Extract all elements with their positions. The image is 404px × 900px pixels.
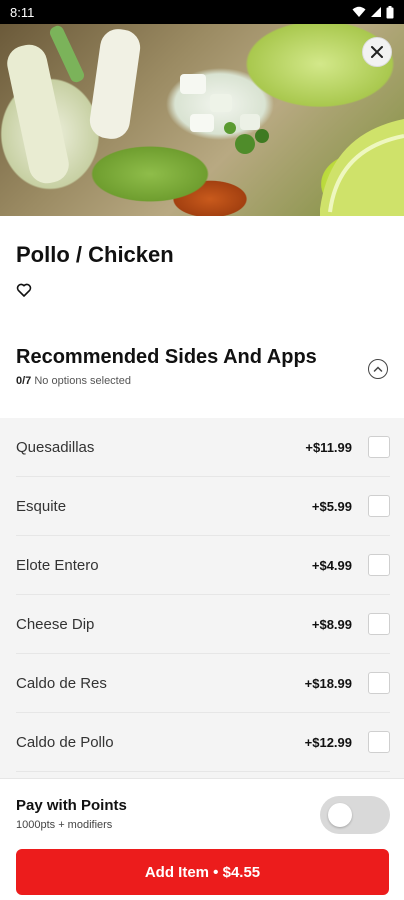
points-toggle[interactable]: [320, 796, 390, 834]
option-checkbox[interactable]: [368, 554, 390, 576]
chevron-up-icon: [373, 366, 383, 372]
status-time: 8:11: [10, 4, 35, 20]
option-name: Esquite: [16, 497, 67, 515]
item-title: Pollo / Chicken: [16, 242, 174, 267]
option-price: +$12.99: [304, 734, 352, 750]
option-row[interactable]: Quesadillas +$11.99: [16, 418, 390, 477]
option-row[interactable]: Esquite +$5.99: [16, 477, 390, 536]
option-name: Caldo de Pollo: [16, 733, 114, 751]
option-price: +$8.99: [311, 616, 352, 632]
selected-count: 0/7: [16, 375, 32, 387]
option-name: Cheese Dip: [16, 615, 95, 633]
option-checkbox[interactable]: [368, 672, 390, 694]
add-item-button[interactable]: Add Item • $4.55: [16, 849, 389, 895]
option-checkbox[interactable]: [368, 495, 390, 517]
signal-icon: [371, 7, 381, 17]
option-price: +$11.99: [305, 439, 352, 455]
options-list: Quesadillas +$11.99 Esquite +$5.99 Elote…: [0, 418, 404, 778]
item-hero-image: [0, 24, 404, 216]
option-checkbox[interactable]: [368, 731, 390, 753]
option-name: Elote Entero: [16, 556, 99, 574]
selected-text: No options selected: [34, 375, 131, 387]
option-row[interactable]: Caldo de Res +$18.99: [16, 654, 390, 713]
collapse-button[interactable]: [368, 359, 388, 379]
option-price: +$18.99: [304, 675, 352, 691]
wifi-icon: [352, 6, 366, 17]
options-section-header[interactable]: Recommended Sides And Apps 0/7 No option…: [16, 346, 388, 387]
option-price: +$4.99: [311, 557, 352, 573]
battery-icon: [386, 5, 394, 18]
toggle-knob: [328, 803, 352, 827]
section-selection-status: 0/7 No options selected: [16, 375, 388, 387]
status-bar: 8:11: [0, 0, 404, 24]
option-price: +$5.99: [311, 498, 352, 514]
option-name: Caldo de Res: [16, 674, 107, 692]
tacos-photo: [7, 25, 404, 216]
heart-outline-icon[interactable]: [16, 282, 32, 298]
option-checkbox[interactable]: [368, 436, 390, 458]
section-title: Recommended Sides And Apps: [16, 346, 317, 368]
option-checkbox[interactable]: [368, 613, 390, 635]
option-row[interactable]: Caldo de Pollo +$12.99: [16, 713, 390, 772]
option-row[interactable]: Elote Entero +$4.99: [16, 536, 390, 595]
close-button[interactable]: [362, 37, 392, 67]
points-subtitle: 1000pts + modifiers: [16, 819, 113, 831]
option-row[interactable]: Cheese Dip +$8.99: [16, 595, 390, 654]
bottom-bar: Pay with Points 1000pts + modifiers Add …: [0, 778, 404, 900]
points-title: Pay with Points: [16, 797, 127, 814]
option-name: Quesadillas: [16, 438, 95, 456]
close-icon: [371, 46, 383, 58]
